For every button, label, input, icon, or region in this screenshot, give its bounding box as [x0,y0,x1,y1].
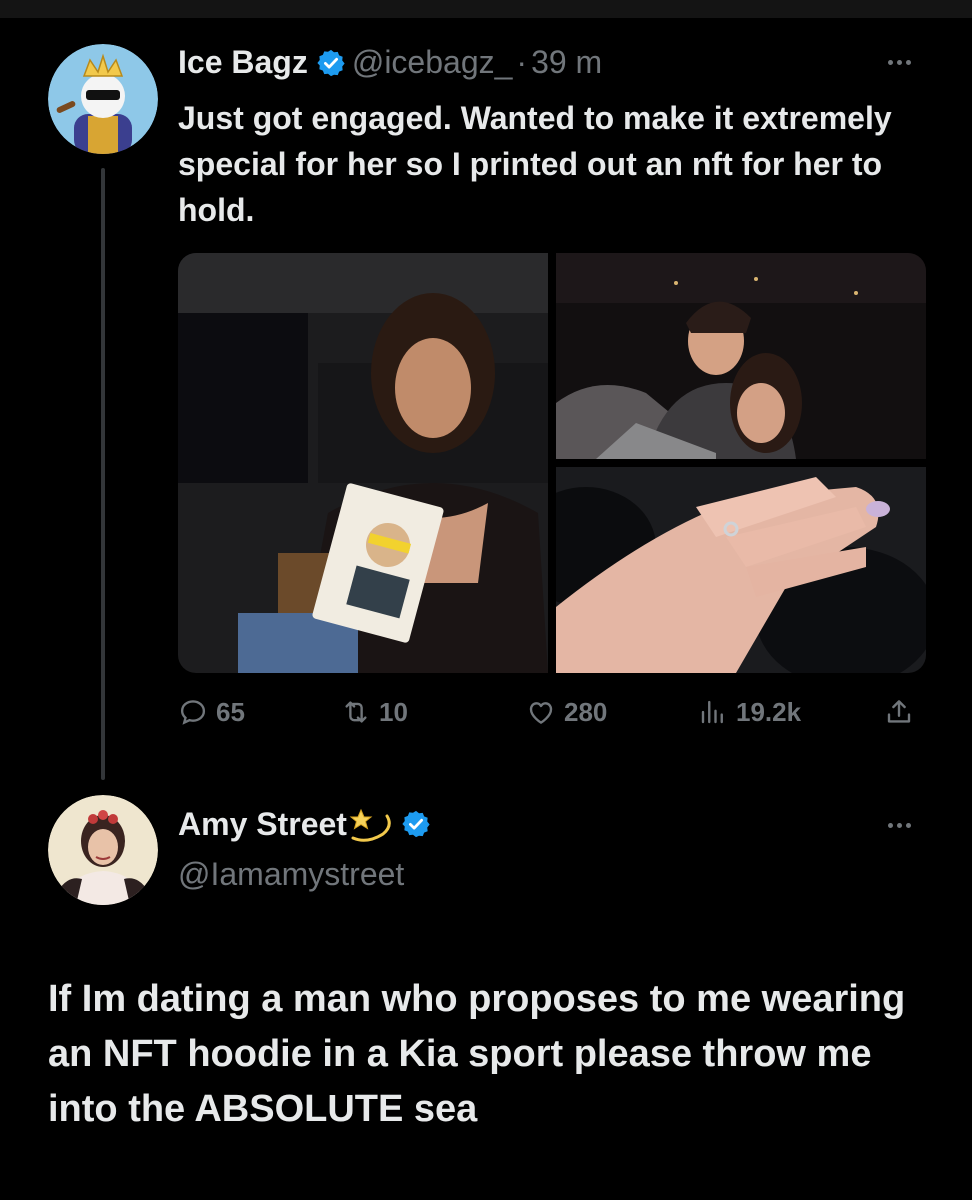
reply-icon [180,700,206,725]
tweet1-text: Just got engaged. Wanted to make it extr… [178,100,892,228]
media-photo-couple-selfie[interactable] [556,253,926,459]
share-icon [887,700,911,723]
tweet1-header: Ice Bagz @icebagz_ · 39 m [178,44,602,81]
views-chart-icon [701,700,723,724]
tweet2-author-name[interactable]: Amy Street [178,806,347,843]
like-button[interactable]: 280 [526,690,607,734]
reply-button[interactable]: 65 [178,690,245,734]
verified-badge-icon [402,810,430,838]
retweet-icon [345,701,367,723]
media-photo-hand-with-ring[interactable] [556,467,926,673]
share-button[interactable] [884,690,914,734]
like-count: 280 [564,696,608,727]
thread-connector-line [101,168,105,780]
separator-dot: · [516,44,528,80]
more-options-icon[interactable] [888,60,911,65]
illustrated-portrait-avatar-icon [48,795,158,905]
tweet1-author-handle[interactable]: @icebagz_ [352,44,513,81]
avatar-icebagz[interactable] [48,44,158,154]
views-button[interactable]: 19.2k [698,690,801,734]
views-count: 19.2k [736,696,802,727]
cartoon-avatar-icon [48,44,158,154]
heart-icon [529,702,553,724]
tweet1-media-grid [178,253,926,673]
retweet-count: 10 [379,696,408,727]
avatar-amystreet[interactable] [48,795,158,905]
tweet1-action-bar: 65 10 280 19.2k [178,690,926,734]
more-options-icon[interactable] [888,823,911,828]
media-photo-woman-holding-nft[interactable] [178,253,548,673]
tweet2-author-handle[interactable]: @Iamamystreet [178,856,404,893]
retweet-button[interactable]: 10 [341,690,408,734]
tweet2-text: If Im dating a man who proposes to me we… [48,978,906,1130]
verified-badge-icon [317,49,345,76]
tweet2-header: Amy Street [178,804,437,844]
status-bar-strip [0,0,972,18]
tweet1-timestamp[interactable]: 39 m [531,44,602,81]
dizzy-star-emoji-icon [349,808,391,842]
reply-count: 65 [216,696,245,727]
tweet1-author-name[interactable]: Ice Bagz [178,44,308,81]
